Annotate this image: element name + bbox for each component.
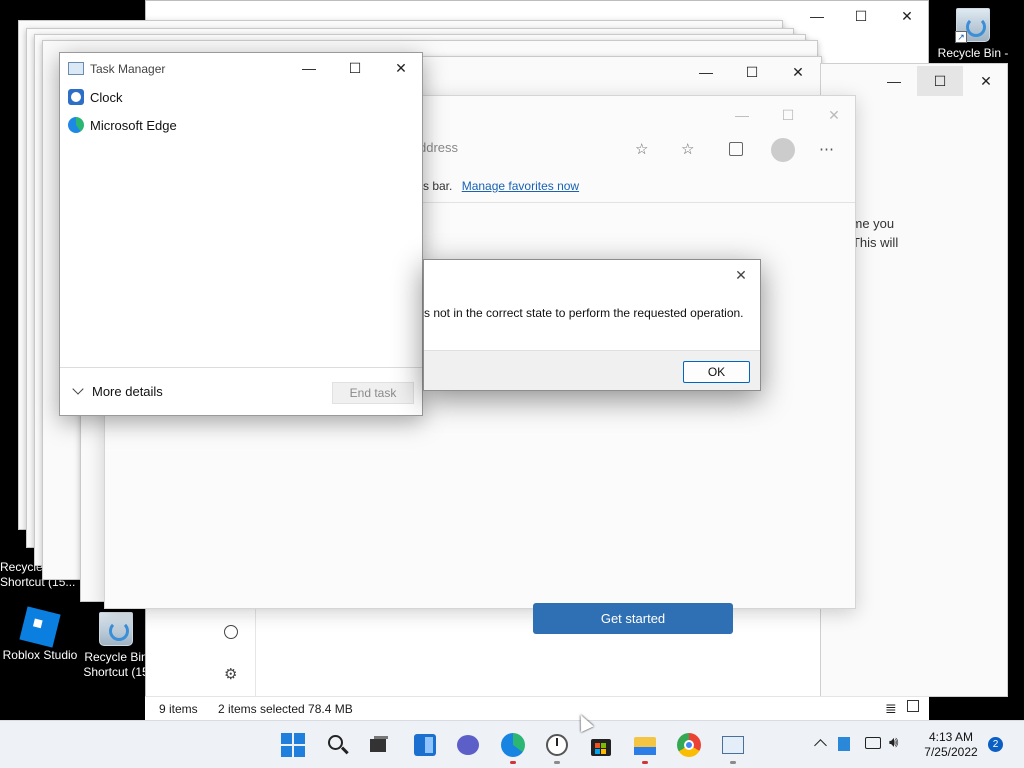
running-indicator bbox=[510, 761, 516, 764]
system-clock[interactable]: 4:13 AM 7/25/2022 bbox=[916, 730, 986, 760]
notification-badge[interactable]: 2 bbox=[988, 737, 1003, 752]
running-indicator bbox=[642, 761, 648, 764]
taskbar: 🔊︎ 4:13 AM 7/25/2022 2 bbox=[0, 720, 1024, 768]
list-item-clock[interactable]: Clock bbox=[60, 84, 422, 110]
file-explorer-icon[interactable] bbox=[633, 733, 657, 757]
selection-info: 2 items selected 78.4 MB bbox=[218, 702, 353, 716]
error-message: s not in the correct state to perform th… bbox=[424, 306, 744, 320]
store-icon[interactable] bbox=[589, 733, 613, 757]
app-label: Microsoft Edge bbox=[90, 118, 177, 133]
explorer-status-bar: 9 items 2 items selected 78.4 MB ≣ bbox=[145, 696, 929, 720]
task-manager-footer: More details End task bbox=[60, 367, 422, 415]
minimize-button[interactable]: — bbox=[719, 100, 765, 130]
person-icon[interactable] bbox=[224, 625, 238, 639]
window-title: Task Manager bbox=[90, 62, 166, 76]
tiles-view-icon[interactable] bbox=[907, 700, 919, 712]
task-manager-icon[interactable] bbox=[721, 733, 745, 757]
desktop-icon-recycle-bin-top[interactable]: ↗ Recycle Bin - bbox=[933, 8, 1013, 61]
running-indicator bbox=[554, 761, 560, 764]
close-button[interactable]: ✕ bbox=[963, 66, 1009, 96]
maximize-button[interactable]: ☐ bbox=[838, 1, 884, 31]
address-bar[interactable]: ddress bbox=[419, 140, 458, 155]
edge-icon bbox=[68, 117, 84, 133]
item-count: 9 items bbox=[159, 702, 198, 716]
minimize-button[interactable]: — bbox=[871, 66, 917, 96]
minimize-button[interactable]: — bbox=[794, 1, 840, 31]
minimize-button[interactable]: — bbox=[286, 53, 332, 83]
ok-button[interactable]: OK bbox=[683, 361, 750, 383]
desktop-icon-roblox-studio[interactable]: Roblox Studio bbox=[0, 606, 80, 663]
running-indicator bbox=[730, 761, 736, 764]
show-hidden-icons-chevron-up-icon[interactable] bbox=[814, 739, 827, 752]
add-favorite-icon[interactable]: ☆ bbox=[635, 140, 648, 158]
app-label: Clock bbox=[90, 90, 123, 105]
network-icon[interactable] bbox=[865, 737, 881, 749]
clock-app-icon[interactable] bbox=[545, 733, 569, 757]
task-manager-icon bbox=[68, 62, 84, 75]
shortcut-arrow-icon: ↗ bbox=[955, 31, 967, 43]
task-manager-window[interactable]: Task Manager — ☐ ✕ Clock Microsoft Edge … bbox=[59, 52, 423, 416]
favorites-icon[interactable]: ☆ bbox=[681, 140, 694, 158]
manage-favorites-link[interactable]: Manage favorites now bbox=[462, 179, 579, 193]
teams-chat-icon[interactable] bbox=[456, 733, 480, 757]
desktop-icon-label: Roblox Studio bbox=[2, 648, 78, 662]
close-button[interactable]: ✕ bbox=[775, 57, 821, 87]
more-details-toggle[interactable]: More details bbox=[72, 383, 163, 399]
profile-icon[interactable] bbox=[771, 138, 795, 162]
close-button[interactable]: ✕ bbox=[722, 260, 760, 290]
close-button[interactable]: ✕ bbox=[378, 53, 424, 83]
dialog-footer: OK bbox=[424, 350, 760, 390]
desktop-icon-recycle-bin-bottom[interactable]: Recycle Bin Shortcut (15 bbox=[76, 612, 156, 680]
gear-icon[interactable]: ⚙ bbox=[224, 665, 237, 683]
edge-icon[interactable] bbox=[501, 733, 525, 757]
task-view-icon[interactable] bbox=[368, 733, 392, 757]
app-tray-icon[interactable] bbox=[838, 737, 850, 751]
end-task-button[interactable]: End task bbox=[332, 382, 414, 404]
maximize-button[interactable]: ☐ bbox=[917, 66, 963, 96]
widgets-icon[interactable] bbox=[413, 733, 437, 757]
start-icon[interactable] bbox=[281, 733, 305, 757]
error-dialog[interactable]: ✕ s not in the correct state to perform … bbox=[423, 259, 761, 391]
nav-pane: ⚙ bbox=[208, 601, 256, 697]
search-icon[interactable] bbox=[326, 733, 350, 757]
maximize-button[interactable]: ☐ bbox=[765, 100, 811, 130]
desktop-icon-label: Recycle Bin Shortcut (15 bbox=[83, 650, 149, 679]
clock-date: 7/25/2022 bbox=[924, 745, 978, 759]
maximize-button[interactable]: ☐ bbox=[332, 53, 378, 83]
clock-icon bbox=[68, 89, 84, 105]
desktop-icon-label: Recycle Bin - bbox=[937, 46, 1009, 60]
close-button[interactable]: ✕ bbox=[884, 1, 930, 31]
list-item-edge[interactable]: Microsoft Edge bbox=[60, 112, 422, 138]
get-started-button[interactable]: Get started bbox=[533, 603, 733, 634]
recycle-bin-icon: ↗ bbox=[955, 8, 990, 43]
recycle-bin-icon bbox=[99, 612, 133, 646]
chrome-icon[interactable] bbox=[677, 733, 701, 757]
collections-icon[interactable] bbox=[729, 142, 743, 156]
details-view-icon[interactable]: ≣ bbox=[885, 700, 897, 717]
minimize-button[interactable]: — bbox=[683, 57, 729, 87]
clock-time: 4:13 AM bbox=[928, 730, 974, 744]
volume-icon[interactable]: 🔊︎ bbox=[889, 734, 898, 751]
roblox-studio-icon bbox=[19, 606, 61, 648]
maximize-button[interactable]: ☐ bbox=[729, 57, 775, 87]
chevron-down-icon bbox=[72, 383, 84, 395]
close-button[interactable]: ✕ bbox=[811, 100, 857, 130]
more-options-icon[interactable]: ⋯ bbox=[819, 140, 834, 158]
favorites-prompt: s bar. Manage favorites now bbox=[423, 179, 580, 193]
